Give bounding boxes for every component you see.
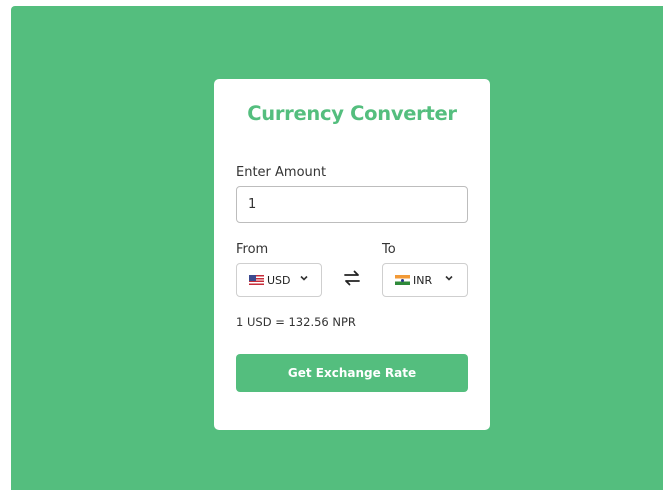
to-currency-select[interactable]: INR (382, 263, 468, 297)
chevron-down-icon (300, 274, 308, 285)
from-currency-select[interactable]: USD (236, 263, 322, 297)
to-label: To (382, 242, 396, 257)
exchange-rate-text: 1 USD = 132.56 NPR (236, 315, 356, 329)
from-currency-value: USD (267, 273, 291, 287)
swap-arrows-icon[interactable] (342, 268, 362, 288)
india-flag-icon (395, 275, 410, 285)
amount-label: Enter Amount (236, 165, 327, 180)
chevron-down-icon (445, 274, 453, 285)
us-flag-icon (249, 275, 264, 285)
from-label: From (236, 242, 269, 257)
amount-input[interactable] (236, 186, 468, 223)
get-exchange-rate-button[interactable]: Get Exchange Rate (236, 354, 468, 392)
to-currency-value: INR (413, 273, 433, 287)
page-title: Currency Converter (247, 102, 457, 125)
converter-card: Currency Converter Enter Amount From To … (214, 79, 490, 430)
app-background: Currency Converter Enter Amount From To … (11, 6, 663, 490)
